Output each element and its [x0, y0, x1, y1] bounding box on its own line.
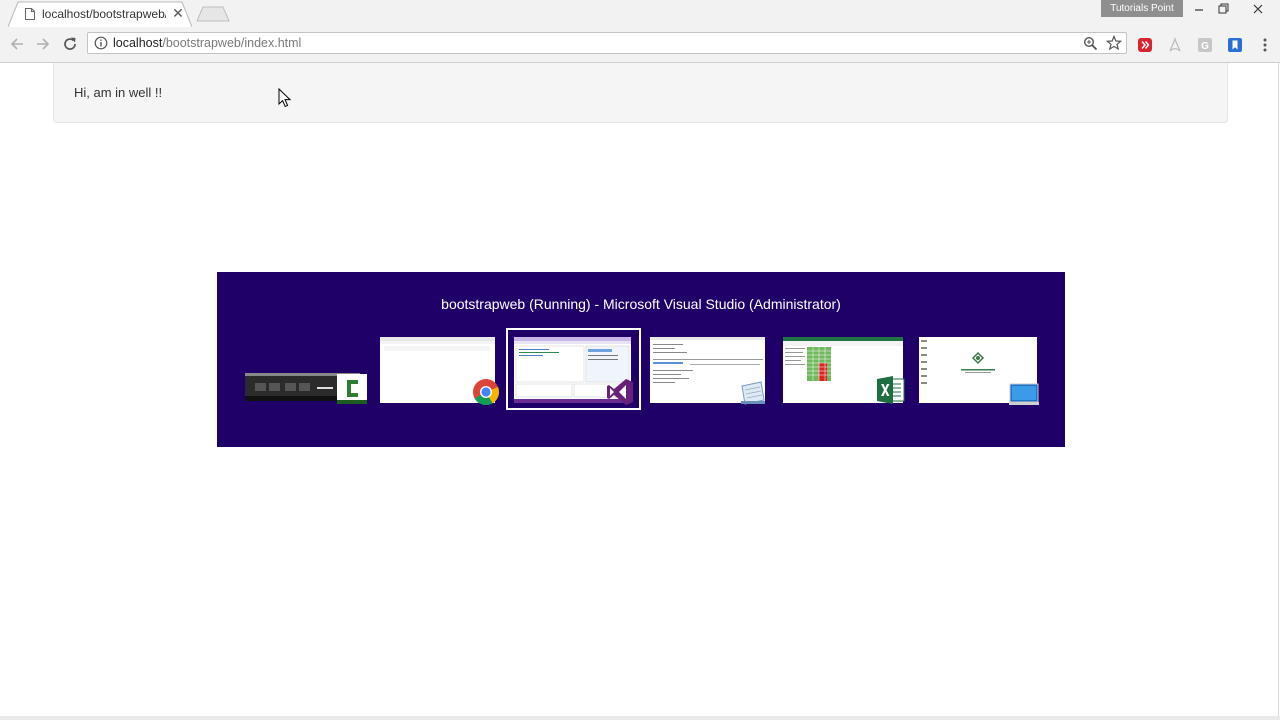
google-extension-icon[interactable]: G: [1197, 37, 1213, 53]
well-text: Hi, am in well !!: [74, 85, 163, 100]
visual-studio-icon: [607, 379, 633, 405]
new-tab-button[interactable]: [196, 6, 230, 22]
task-switcher: bootstrapweb (Running) - Microsoft Visua…: [217, 272, 1065, 447]
mouse-cursor-icon: [278, 88, 292, 108]
camtasia-icon: [337, 374, 367, 404]
page-favicon-icon: [25, 8, 35, 20]
switcher-item-notepad[interactable]: [646, 334, 776, 410]
chrome-icon: [473, 379, 500, 406]
switcher-item-excel[interactable]: [780, 334, 910, 410]
tab-active[interactable]: localhost/bootstrapweb/ ✕: [8, 1, 192, 27]
info-icon[interactable]: [94, 36, 108, 50]
url-path: /bootstrapweb/index.html: [162, 36, 302, 50]
svg-text:G: G: [1201, 41, 1209, 52]
extension-red-icon[interactable]: [1137, 37, 1153, 53]
zoom-icon[interactable]: [1083, 36, 1098, 51]
profile-button[interactable]: Tutorials Point: [1101, 0, 1183, 17]
switcher-window-title: bootstrapweb (Running) - Microsoft Visua…: [441, 296, 841, 312]
browser-toolbar: localhost/bootstrapweb/index.html G: [0, 27, 1280, 63]
reload-icon[interactable]: [61, 35, 79, 53]
excel-icon: [877, 376, 905, 404]
notepad-icon: [741, 381, 765, 405]
remote-desktop-icon: [1009, 383, 1039, 405]
bookmark-extension-icon[interactable]: [1227, 37, 1243, 53]
bookmark-star-icon[interactable]: [1106, 35, 1122, 51]
tab-close-icon[interactable]: ✕: [171, 5, 185, 21]
switcher-item-camtasia[interactable]: [242, 334, 372, 410]
tab-title: localhost/bootstrapweb/: [42, 7, 166, 21]
title-bar: localhost/bootstrapweb/ ✕ Tutorials Poin…: [0, 0, 1280, 27]
url-host: localhost: [113, 36, 163, 50]
switcher-item-visual-studio[interactable]: [511, 334, 641, 410]
menu-dots-icon[interactable]: [1258, 36, 1272, 54]
switcher-item-remote-desktop[interactable]: [915, 334, 1045, 410]
back-arrow-icon[interactable]: [8, 35, 26, 53]
restore-icon[interactable]: [1210, 0, 1236, 18]
pdf-extension-icon[interactable]: [1167, 37, 1183, 53]
taskbar-edge: [0, 716, 1280, 720]
window-close-icon[interactable]: [1245, 0, 1271, 18]
well-panel: Hi, am in well !!: [53, 63, 1228, 123]
url-text[interactable]: localhost/bootstrapweb/index.html: [113, 36, 301, 50]
switcher-item-chrome[interactable]: [377, 334, 507, 410]
minimize-icon[interactable]: [1186, 0, 1212, 18]
forward-arrow-icon[interactable]: [34, 35, 52, 53]
scrollbar-edge: [1278, 63, 1279, 720]
address-bar[interactable]: localhost/bootstrapweb/index.html: [87, 32, 1127, 54]
